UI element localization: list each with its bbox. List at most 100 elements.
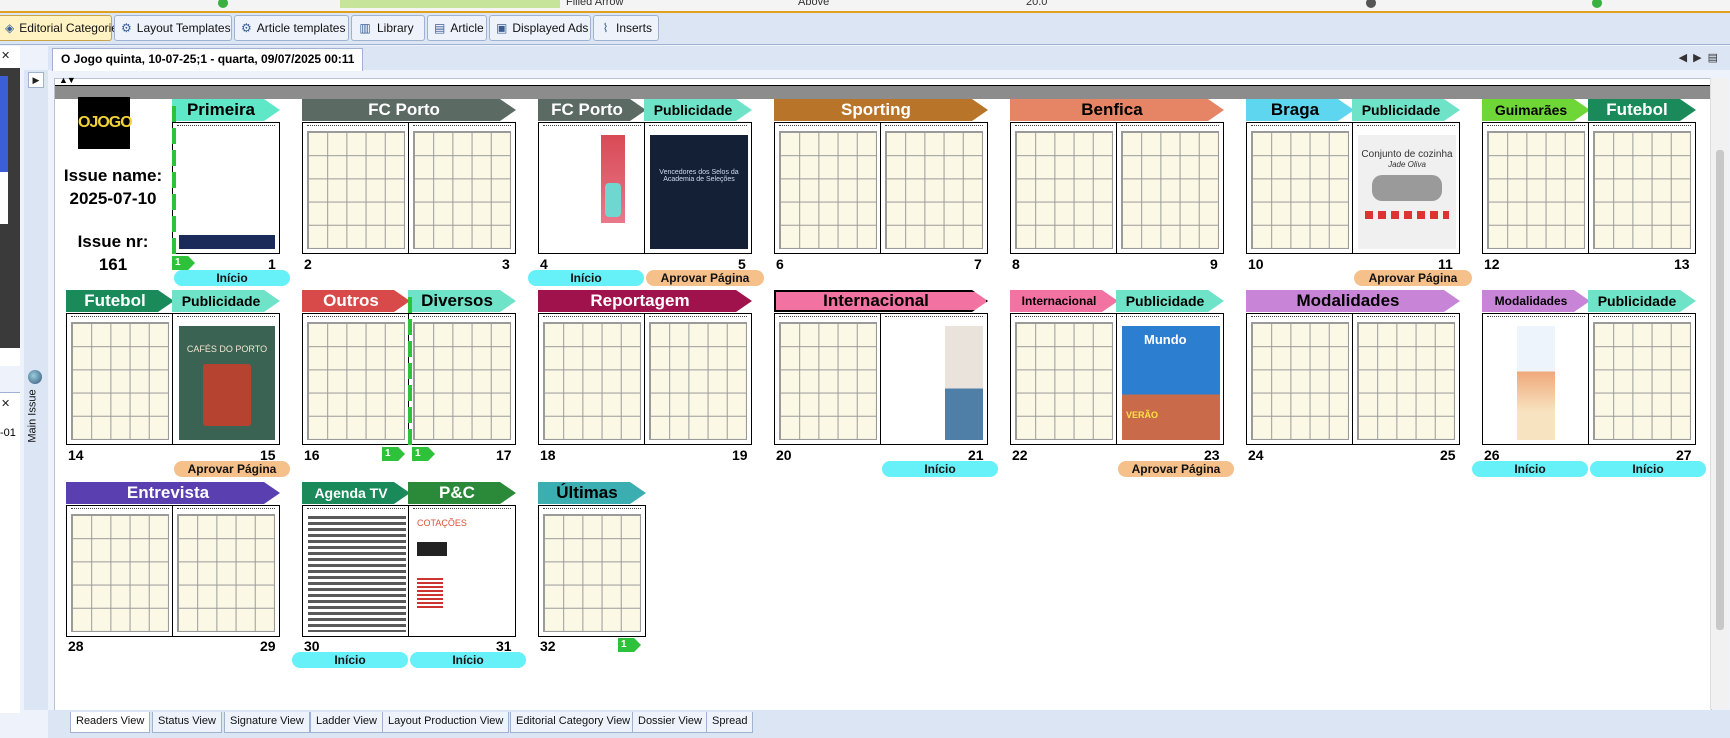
tab-navigation[interactable]: ◀▶▤	[1679, 51, 1724, 64]
page-thumbnail-3[interactable]	[408, 122, 516, 254]
page-header-line	[413, 125, 511, 129]
tab-spread[interactable]: Spread	[706, 712, 754, 733]
page-thumbnail-17[interactable]	[408, 313, 516, 445]
page-thumbnail-32[interactable]	[538, 505, 646, 637]
category-banner-modalidades[interactable]: Modalidades	[1246, 290, 1460, 312]
page-thumbnail-11[interactable]: Conjunto de cozinha Jade Oliva	[1352, 122, 1460, 254]
tab-ladder-view[interactable]: Ladder View	[310, 712, 383, 733]
main-issue-label[interactable]: Main Issue	[27, 389, 39, 442]
status-pill-inicio[interactable]: Início	[292, 652, 408, 668]
tab-dossier-view[interactable]: Dossier View	[632, 712, 708, 733]
layout-templates-button[interactable]: ⚙ Layout Templates	[114, 15, 232, 41]
status-pill-inicio[interactable]: Início	[1590, 461, 1706, 477]
expand-panel-icon[interactable]: ▶	[28, 72, 44, 88]
tab-layout-production-view[interactable]: Layout Production View	[382, 712, 510, 733]
category-banner-publicidade[interactable]: Publicidade	[1116, 290, 1224, 312]
tab-readers-view[interactable]: Readers View	[70, 712, 151, 733]
page-number: 29	[260, 638, 276, 654]
category-banner-futebol[interactable]: Futebol	[1588, 99, 1696, 121]
status-pill-inicio[interactable]: Início	[528, 270, 644, 286]
page-thumbnail-14[interactable]	[66, 313, 174, 445]
page-thumbnail-31[interactable]: COTAÇÕES	[408, 505, 516, 637]
page-thumbnail-18[interactable]	[538, 313, 646, 445]
document-tab[interactable]: O Jogo quinta, 10-07-25;1 - quarta, 09/0…	[52, 48, 364, 71]
category-banner-publicidade[interactable]: Publicidade	[172, 290, 280, 312]
status-pill-aprovar[interactable]: Aprovar Página	[1118, 461, 1234, 477]
category-banner-outros[interactable]: Outros	[302, 290, 410, 312]
page-thumbnail-30[interactable]	[302, 505, 410, 637]
page-thumbnail-27[interactable]	[1588, 313, 1696, 445]
tab-status-view[interactable]: Status View	[152, 712, 222, 733]
page-thumbnail-4[interactable]	[538, 122, 646, 254]
category-banner-futebol[interactable]: Futebol	[66, 290, 174, 312]
scrollbar-thumb[interactable]	[1716, 150, 1724, 630]
category-banner-sporting[interactable]: Sporting	[774, 99, 988, 121]
page-thumbnail-15[interactable]: CAFÉS DO PORTO	[172, 313, 280, 445]
category-banner-guimaraes[interactable]: Guimarães	[1482, 99, 1590, 121]
category-banner-publicidade[interactable]: Publicidade	[1352, 99, 1460, 121]
status-pill-aprovar[interactable]: Aprovar Página	[646, 270, 764, 286]
library-button[interactable]: ▥ Library	[351, 15, 425, 41]
inserts-button[interactable]: ⌇ Inserts	[593, 15, 659, 41]
category-banner-diversos[interactable]: Diversos	[408, 290, 516, 312]
page-thumbnail-7[interactable]	[880, 122, 988, 254]
displayed-ads-button[interactable]: ▣ Displayed Ads	[489, 15, 591, 41]
close-icon[interactable]: ✕	[1, 397, 10, 410]
sort-arrows-icon[interactable]: ▲▼	[59, 75, 76, 85]
category-banner-benfica[interactable]: Benfica	[1010, 99, 1224, 121]
status-pill-inicio[interactable]: Início	[410, 652, 526, 668]
category-banner-publicidade[interactable]: Publicidade	[644, 99, 752, 121]
article-templates-button[interactable]: ⚙ Article templates	[234, 15, 349, 41]
category-banner-internacional[interactable]: Internacional	[1010, 290, 1118, 312]
page-thumbnail-13[interactable]	[1588, 122, 1696, 254]
page-thumbnail-1[interactable]	[172, 122, 280, 254]
editorial-categories-button[interactable]: ◈ Editorial Categories	[0, 15, 124, 41]
category-banner-publicidade[interactable]: Publicidade	[1588, 290, 1696, 312]
page-thumbnail-10[interactable]	[1246, 122, 1354, 254]
category-banner-fc-porto[interactable]: FC Porto	[538, 99, 646, 121]
status-pill-aprovar[interactable]: Aprovar Página	[1354, 270, 1472, 286]
category-banner-fc-porto[interactable]: FC Porto	[302, 99, 516, 121]
page-thumbnail-2[interactable]	[302, 122, 410, 254]
page-thumbnail-29[interactable]	[172, 505, 280, 637]
menu-icon[interactable]: ▤	[1708, 52, 1724, 64]
page-thumbnail-19[interactable]	[644, 313, 752, 445]
article-button[interactable]: ▤ Article	[427, 15, 487, 41]
status-pill-aprovar[interactable]: Aprovar Página	[174, 461, 290, 477]
page-thumbnail-21[interactable]	[880, 313, 988, 445]
category-banner-primeira[interactable]: Primeira	[172, 99, 280, 121]
page-thumbnail-20[interactable]	[774, 313, 882, 445]
status-pill-inicio[interactable]: Início	[882, 461, 998, 477]
page-thumbnail-12[interactable]	[1482, 122, 1590, 254]
page-thumbnail-8[interactable]	[1010, 122, 1118, 254]
page-thumbnail-24[interactable]	[1246, 313, 1354, 445]
page-thumbnail-9[interactable]	[1116, 122, 1224, 254]
tab-editorial-category-view[interactable]: Editorial Category View	[510, 712, 637, 733]
tab-signature-view[interactable]: Signature View	[224, 712, 310, 733]
page-thumbnail-25[interactable]	[1352, 313, 1460, 445]
vertical-scrollbar[interactable]	[1710, 78, 1729, 709]
page-thumbnail-16[interactable]	[302, 313, 410, 445]
category-banner-modalidades[interactable]: Modalidades	[1482, 290, 1590, 312]
page-thumbnail-23[interactable]: Mundo VERÃO	[1116, 313, 1224, 445]
category-banner-entrevista[interactable]: Entrevista	[66, 482, 280, 504]
category-banner-p-and-c[interactable]: P&C	[408, 482, 516, 504]
page-thumbnail-22[interactable]	[1010, 313, 1118, 445]
close-icon[interactable]: ✕	[1, 49, 10, 62]
category-label: Publicidade	[653, 102, 733, 118]
category-banner-ultimas[interactable]: Últimas	[538, 482, 646, 504]
status-pill-inicio[interactable]: Início	[1472, 461, 1588, 477]
chevron-left-icon[interactable]: ◀	[1679, 52, 1693, 64]
page-thumbnail-28[interactable]	[66, 505, 174, 637]
category-banner-reportagem[interactable]: Reportagem	[538, 290, 752, 312]
category-banner-internacional[interactable]: Internacional	[774, 290, 988, 312]
page-grid	[307, 322, 405, 440]
page-thumbnail-26[interactable]	[1482, 313, 1590, 445]
page-grid	[71, 514, 169, 632]
page-thumbnail-5[interactable]: Vencedores dos Selos da Academia de Sele…	[644, 122, 752, 254]
category-banner-braga[interactable]: Braga	[1246, 99, 1354, 121]
page-thumbnail-6[interactable]	[774, 122, 882, 254]
category-banner-agenda-tv[interactable]: Agenda TV	[302, 482, 410, 504]
chevron-right-icon[interactable]: ▶	[1693, 52, 1707, 64]
status-pill-inicio[interactable]: Início	[174, 270, 290, 286]
